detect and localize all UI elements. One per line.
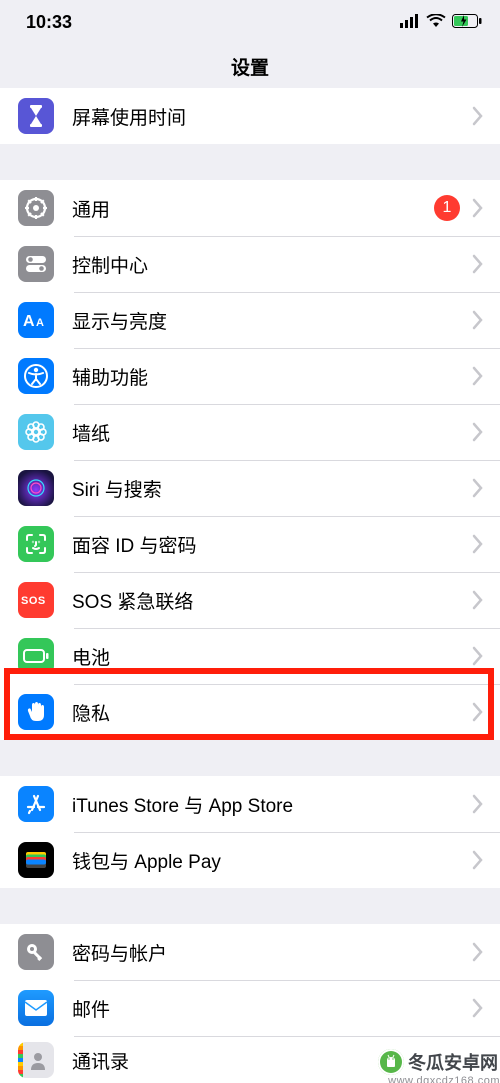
notification-badge: 1 — [434, 195, 460, 221]
status-right — [400, 12, 482, 33]
row-passwords[interactable]: 密码与帐户 — [0, 924, 500, 980]
row-accessibility[interactable]: 辅助功能 — [0, 348, 500, 404]
wifi-icon — [426, 12, 446, 33]
row-label: 墙纸 — [72, 419, 472, 446]
row-label: 钱包与 Apple Pay — [72, 847, 472, 874]
row-itunes-store[interactable]: iTunes Store 与 App Store — [0, 776, 500, 832]
watermark: 冬瓜安卓网 www.dgxcdz168.com — [378, 1049, 500, 1075]
appstore-icon — [18, 786, 54, 822]
sos-icon: SOS — [18, 582, 54, 618]
row-label: 电池 — [72, 643, 472, 670]
gear-icon — [18, 190, 54, 226]
signal-icon — [400, 12, 420, 33]
chevron-right-icon — [472, 998, 484, 1018]
row-label: 密码与帐户 — [72, 939, 472, 966]
android-icon — [378, 1049, 404, 1075]
text-size-icon: AA — [18, 302, 54, 338]
faceid-icon — [18, 526, 54, 562]
status-bar: 10:33 — [0, 0, 500, 44]
chevron-right-icon — [472, 534, 484, 554]
svg-text:A: A — [23, 313, 35, 329]
status-time: 10:33 — [26, 12, 72, 33]
svg-text:SOS: SOS — [21, 595, 46, 607]
key-icon — [18, 934, 54, 970]
wallet-icon — [18, 842, 54, 878]
row-label: 屏幕使用时间 — [72, 103, 472, 130]
siri-icon — [18, 470, 54, 506]
row-label: 辅助功能 — [72, 363, 472, 390]
battery-row-icon — [18, 638, 54, 674]
flower-icon — [18, 414, 54, 450]
chevron-right-icon — [472, 794, 484, 814]
chevron-right-icon — [472, 590, 484, 610]
chevron-right-icon — [472, 942, 484, 962]
row-label: 面容 ID 与密码 — [72, 531, 472, 558]
row-general[interactable]: 通用 1 — [0, 180, 500, 236]
row-label: 邮件 — [72, 995, 472, 1022]
chevron-right-icon — [472, 646, 484, 666]
row-privacy[interactable]: 隐私 — [0, 684, 500, 740]
row-control-center[interactable]: 控制中心 — [0, 236, 500, 292]
row-sos[interactable]: SOS SOS 紧急联络 — [0, 572, 500, 628]
row-mail[interactable]: 邮件 — [0, 980, 500, 1036]
row-label: iTunes Store 与 App Store — [72, 791, 472, 818]
chevron-right-icon — [472, 478, 484, 498]
row-screentime[interactable]: 屏幕使用时间 — [0, 88, 500, 144]
hourglass-icon — [18, 98, 54, 134]
row-label: 隐私 — [72, 699, 472, 726]
row-label: SOS 紧急联络 — [72, 587, 472, 614]
chevron-right-icon — [472, 198, 484, 218]
chevron-right-icon — [472, 702, 484, 722]
row-battery[interactable]: 电池 — [0, 628, 500, 684]
row-siri[interactable]: Siri 与搜索 — [0, 460, 500, 516]
row-wallpaper[interactable]: 墙纸 — [0, 404, 500, 460]
row-label: Siri 与搜索 — [72, 475, 472, 502]
chevron-right-icon — [472, 850, 484, 870]
row-display[interactable]: AA 显示与亮度 — [0, 292, 500, 348]
watermark-text: 冬瓜安卓网 — [408, 1049, 498, 1075]
svg-text:A: A — [36, 317, 44, 329]
battery-icon — [452, 12, 482, 33]
hand-icon — [18, 694, 54, 730]
row-label: 通用 — [72, 195, 434, 222]
mail-icon — [18, 990, 54, 1026]
contacts-icon — [18, 1042, 54, 1078]
chevron-right-icon — [472, 106, 484, 126]
page-title: 设置 — [0, 44, 500, 88]
toggles-icon — [18, 246, 54, 282]
chevron-right-icon — [472, 422, 484, 442]
watermark-url: www.dgxcdz168.com — [388, 1075, 500, 1083]
row-wallet[interactable]: 钱包与 Apple Pay — [0, 832, 500, 888]
chevron-right-icon — [472, 310, 484, 330]
row-faceid[interactable]: 面容 ID 与密码 — [0, 516, 500, 572]
row-label: 显示与亮度 — [72, 307, 472, 334]
chevron-right-icon — [472, 254, 484, 274]
row-label: 控制中心 — [72, 251, 472, 278]
accessibility-icon — [18, 358, 54, 394]
chevron-right-icon — [472, 366, 484, 386]
